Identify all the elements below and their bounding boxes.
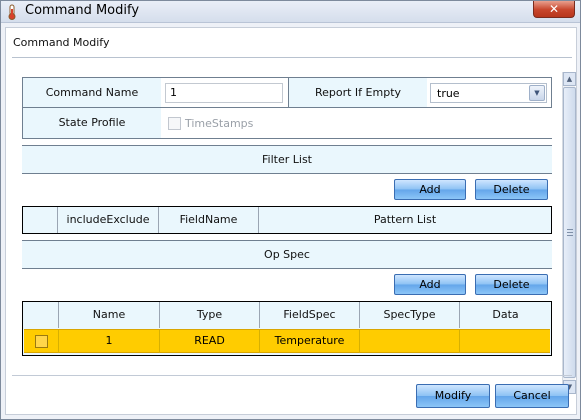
title-bar[interactable]: Command Modify ✕ [1, 1, 580, 23]
op-col-data[interactable]: Data [460, 302, 551, 328]
footer-divider [12, 375, 572, 376]
thermometer-icon [8, 4, 16, 20]
op-col-select[interactable] [23, 302, 59, 328]
scroll-up-icon[interactable]: ▲ [563, 72, 576, 86]
state-profile-value-cell: TimeStamps [161, 107, 552, 139]
row-spec-type [360, 330, 460, 353]
grip-icon [567, 229, 573, 236]
timestamps-checkbox[interactable] [168, 117, 181, 130]
state-profile-label: State Profile [58, 116, 126, 129]
op-col-spec-type[interactable]: SpecType [360, 302, 460, 328]
table-row[interactable]: 1 READ Temperature [24, 329, 550, 353]
command-name-label: Command Name [45, 86, 139, 99]
filter-col-pattern-list[interactable]: Pattern List [259, 207, 551, 233]
op-spec-title: Op Spec [264, 248, 310, 261]
row-data [460, 330, 550, 353]
op-col-name[interactable]: Name [59, 302, 160, 328]
close-icon: ✕ [548, 2, 560, 16]
filter-col-select[interactable] [23, 207, 58, 233]
op-spec-delete-button[interactable]: Delete [475, 274, 548, 295]
header-divider [12, 57, 572, 58]
row-checkbox[interactable] [35, 335, 48, 348]
modify-button[interactable]: Modify [416, 384, 490, 408]
close-button[interactable]: ✕ [533, 1, 575, 18]
command-name-input[interactable]: 1 [165, 83, 283, 103]
report-if-empty-label-cell: Report If Empty [288, 77, 428, 108]
window-title: Command Modify [25, 3, 140, 18]
state-profile-label-cell: State Profile [22, 107, 162, 139]
report-if-empty-label: Report If Empty [314, 86, 402, 99]
row-type: READ [160, 330, 260, 353]
report-if-empty-value: true [437, 87, 460, 100]
form-scroll-panel: Command Name 1 Report If Empty true ▼ St… [18, 72, 561, 398]
dialog-client-area: Command Modify Command Name 1 Report If … [5, 27, 577, 415]
filter-col-field-name[interactable]: FieldName [159, 207, 259, 233]
op-spec-header: Op Spec [22, 240, 552, 269]
command-name-value-cell: 1 [161, 77, 289, 108]
dialog-window: Command Modify ✕ Command Modify Command … [0, 0, 581, 420]
scroll-thumb[interactable] [563, 87, 576, 378]
op-spec-table: Name Type FieldSpec SpecType Data 1 READ… [22, 301, 552, 356]
dialog-header-title: Command Modify [13, 36, 110, 49]
row-select-cell [24, 330, 59, 353]
row-field-spec: Temperature [260, 330, 360, 353]
cancel-button[interactable]: Cancel [495, 384, 569, 408]
chevron-down-icon[interactable]: ▼ [529, 85, 545, 101]
filter-list-header: Filter List [22, 145, 552, 174]
timestamps-label: TimeStamps [185, 117, 254, 130]
filter-list-title: Filter List [262, 153, 312, 166]
op-col-field-spec[interactable]: FieldSpec [260, 302, 360, 328]
filter-list-table: includeExclude FieldName Pattern List [22, 206, 552, 234]
op-spec-add-button[interactable]: Add [394, 274, 466, 295]
report-if-empty-value-cell: true ▼ [427, 77, 552, 108]
filter-delete-button[interactable]: Delete [475, 179, 548, 200]
vertical-scrollbar[interactable]: ▲ ▼ [562, 72, 576, 394]
filter-add-button[interactable]: Add [394, 179, 466, 200]
report-if-empty-select[interactable]: true ▼ [430, 83, 547, 103]
row-name: 1 [59, 330, 160, 353]
filter-col-include-exclude[interactable]: includeExclude [58, 207, 159, 233]
op-col-type[interactable]: Type [160, 302, 260, 328]
command-name-label-cell: Command Name [22, 77, 162, 108]
